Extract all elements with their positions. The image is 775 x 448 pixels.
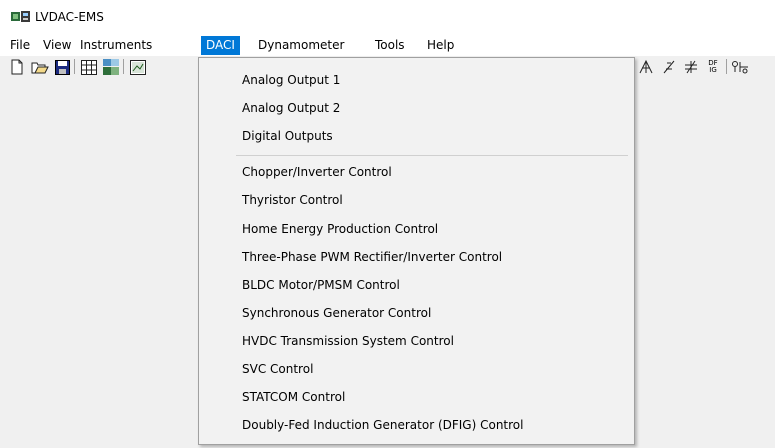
menu-item-analog-output-2[interactable]: Analog Output 2	[199, 97, 634, 119]
chart-window-icon[interactable]	[129, 58, 147, 76]
menu-item-digital-outputs[interactable]: Digital Outputs	[199, 125, 634, 147]
dfig-icon-label: DF IG	[708, 59, 718, 74]
menu-item-chopper-inverter-control[interactable]: Chopper/Inverter Control	[199, 161, 634, 183]
menu-daci[interactable]: DACI	[201, 36, 240, 55]
window-title: LVDAC-EMS	[35, 10, 104, 24]
harmonic-icon[interactable]	[660, 58, 678, 76]
metering-icon[interactable]	[102, 58, 120, 76]
menu-item-pwm-rectifier-inverter-control[interactable]: Three-Phase PWM Rectifier/Inverter Contr…	[199, 246, 634, 268]
menu-file[interactable]: File	[6, 37, 34, 54]
phasor-icon[interactable]	[637, 58, 655, 76]
menu-item-home-energy-production-control[interactable]: Home Energy Production Control	[199, 218, 634, 240]
menu-item-bldc-pmsm-control[interactable]: BLDC Motor/PMSM Control	[199, 274, 634, 296]
oscilloscope-icon[interactable]	[731, 58, 749, 76]
new-file-icon[interactable]	[8, 58, 26, 76]
menu-instruments[interactable]: Instruments	[76, 37, 156, 54]
dfig-icon[interactable]: DF IG	[704, 58, 722, 76]
app-icon	[11, 11, 31, 23]
save-icon[interactable]	[53, 58, 71, 76]
open-folder-icon[interactable]	[31, 58, 49, 76]
daci-dropdown-menu: Analog Output 1 Analog Output 2 Digital …	[198, 57, 635, 445]
menu-separator	[236, 155, 628, 156]
menu-dynamometer[interactable]: Dynamometer	[254, 37, 348, 54]
menu-view[interactable]: View	[39, 37, 75, 54]
menu-item-thyristor-control[interactable]: Thyristor Control	[199, 189, 634, 211]
menu-help[interactable]: Help	[423, 37, 458, 54]
menu-item-analog-output-1[interactable]: Analog Output 1	[199, 69, 634, 91]
menu-item-synchronous-generator-control[interactable]: Synchronous Generator Control	[199, 302, 634, 324]
menu-bar: File View Instruments DACI Dynamometer T…	[0, 34, 775, 56]
title-bar: LVDAC-EMS	[0, 0, 775, 34]
menu-item-svc-control[interactable]: SVC Control	[199, 358, 634, 380]
menu-tools[interactable]: Tools	[371, 37, 409, 54]
transformer-icon[interactable]	[682, 58, 700, 76]
menu-item-dfig-control[interactable]: Doubly-Fed Induction Generator (DFIG) Co…	[199, 414, 634, 436]
menu-item-statcom-control[interactable]: STATCOM Control	[199, 386, 634, 408]
table-icon[interactable]	[80, 58, 98, 76]
menu-item-hvdc-control[interactable]: HVDC Transmission System Control	[199, 330, 634, 352]
